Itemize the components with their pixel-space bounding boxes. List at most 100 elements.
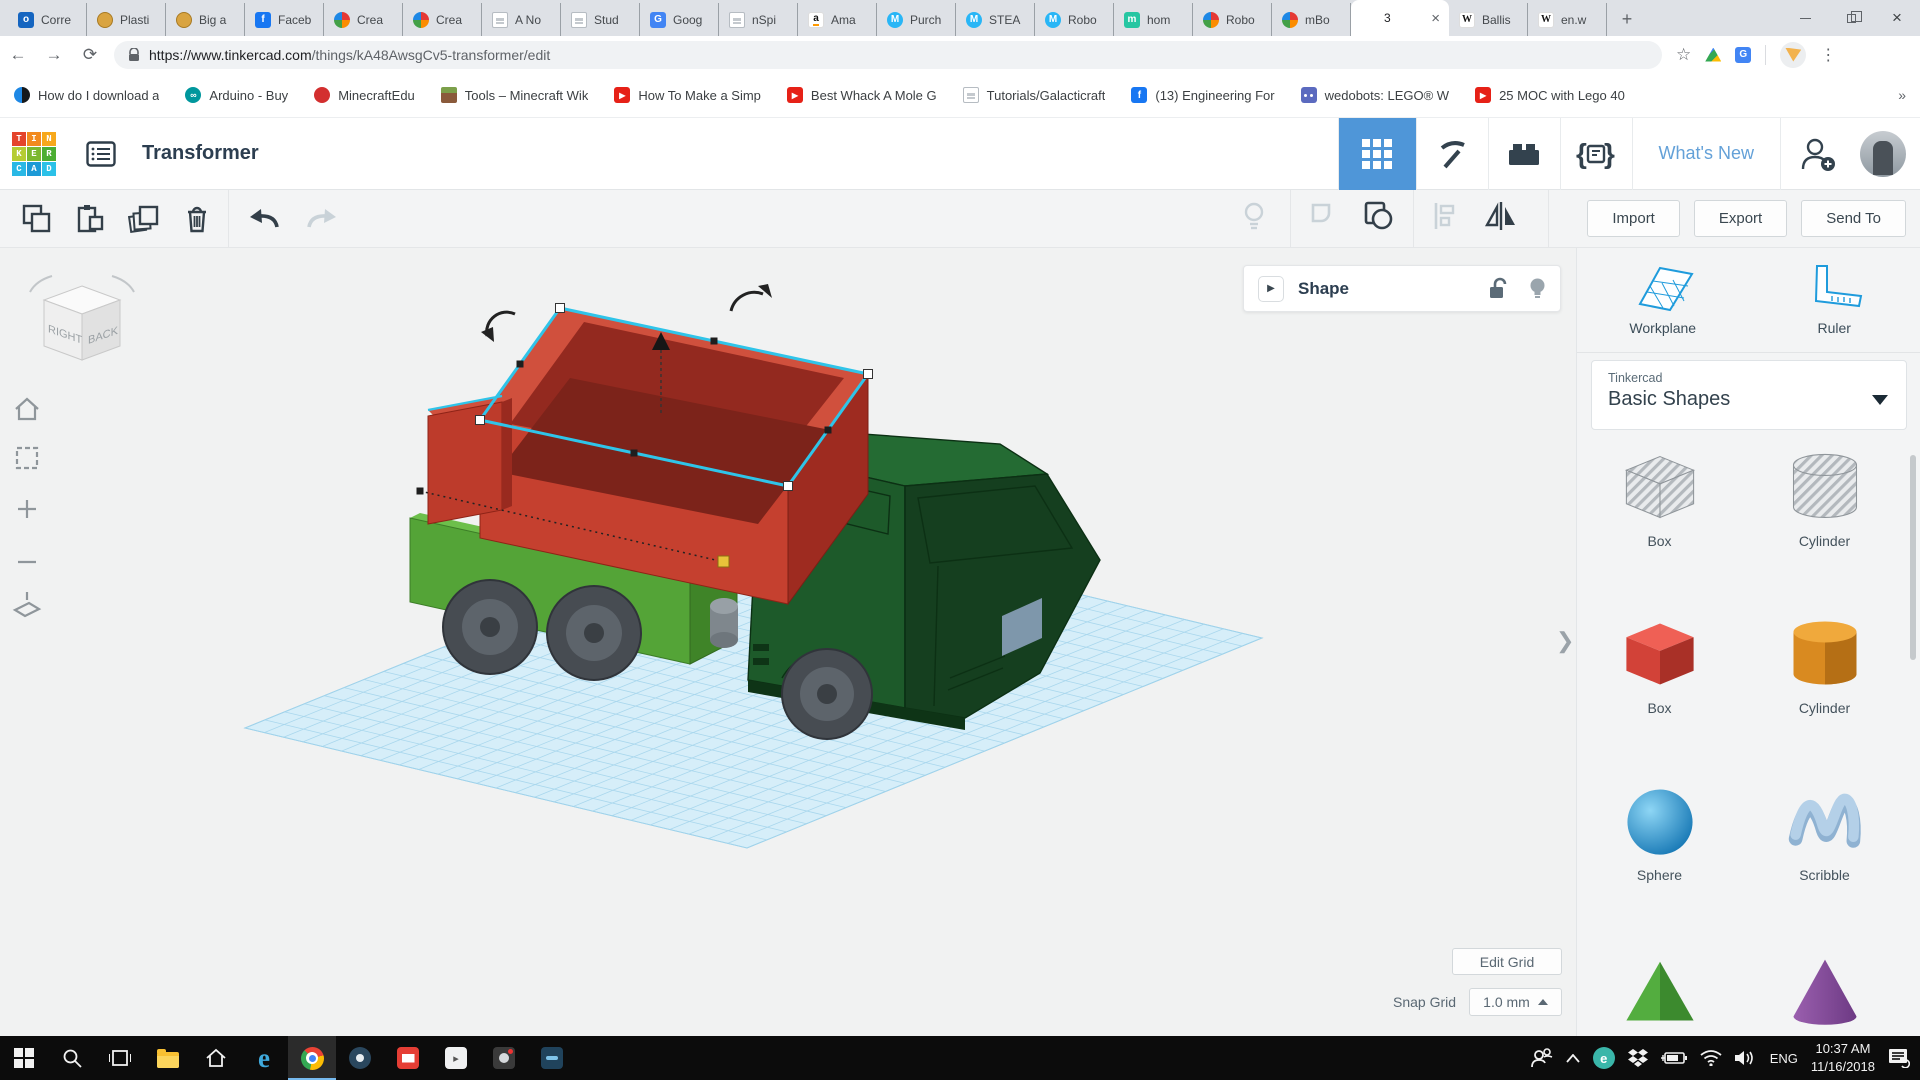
bookmark-item[interactable]: How do I download a — [14, 87, 159, 103]
hide-lightbulb-icon[interactable] — [1529, 277, 1546, 301]
browser-tab[interactable]: mBo — [1272, 3, 1351, 36]
shape-library-dropdown[interactable]: Tinkercad Basic Shapes — [1591, 360, 1907, 430]
mirror-button[interactable] — [1484, 201, 1518, 231]
import-button[interactable]: Import — [1587, 200, 1680, 237]
unlock-icon[interactable] — [1489, 277, 1509, 301]
bookmark-item[interactable]: Tools – Minecraft Wik — [441, 87, 589, 103]
shape-library-item-box-striped[interactable]: Box — [1577, 438, 1742, 605]
bookmark-item[interactable]: (13) Engineering For — [1131, 87, 1274, 103]
taskbar-app-white-icon[interactable] — [432, 1036, 480, 1080]
taskbar-app-dark-icon[interactable] — [480, 1036, 528, 1080]
browser-tab[interactable]: hom — [1114, 3, 1193, 36]
collapse-sidebar-chevron[interactable]: ❯ — [1556, 628, 1574, 654]
new-tab-button[interactable]: + — [1613, 5, 1641, 33]
forward-icon[interactable]: → — [36, 45, 72, 65]
ungroup-button[interactable] — [1363, 200, 1395, 232]
url-input[interactable]: https://www.tinkercad.com/things/kA48Aws… — [114, 41, 1662, 69]
close-tab-icon[interactable]: × — [1428, 10, 1443, 27]
collapse-inspector-button[interactable]: ▶ — [1258, 276, 1284, 302]
browser-tab[interactable]: Plasti — [87, 3, 166, 36]
codeblocks-button[interactable]: {} — [1560, 118, 1632, 190]
show-all-button[interactable] — [1242, 201, 1266, 231]
group-button[interactable] — [1309, 201, 1339, 231]
redo-button[interactable] — [305, 205, 339, 233]
show-hidden-icons-chevron[interactable] — [1566, 1054, 1580, 1063]
taskbar-task-view-icon[interactable] — [96, 1036, 144, 1080]
browser-tab[interactable]: Robo — [1193, 3, 1272, 36]
browser-tab[interactable]: Ballis — [1449, 3, 1528, 36]
dropbox-tray-icon[interactable] — [1628, 1049, 1648, 1067]
browser-tab[interactable]: Crea — [403, 3, 482, 36]
shape-library-item-cylinder-orange[interactable]: Cylinder — [1742, 605, 1907, 772]
fit-view-button[interactable] — [17, 448, 37, 468]
shape-library-item-scribble[interactable]: Scribble — [1742, 772, 1907, 939]
browser-tab[interactable]: Corre — [8, 3, 87, 36]
minimize-button[interactable] — [1782, 0, 1828, 36]
translate-extension-icon[interactable]: G — [1735, 47, 1751, 63]
undo-button[interactable] — [247, 205, 281, 233]
home-view-button[interactable] — [16, 399, 38, 419]
whats-new-link[interactable]: What's New — [1632, 118, 1780, 190]
delete-button[interactable] — [184, 204, 210, 234]
bookmark-item[interactable]: MinecraftEdu — [314, 87, 415, 103]
browser-tab[interactable]: Crea — [324, 3, 403, 36]
minecraft-export-button[interactable] — [1416, 118, 1488, 190]
shape-library-item-sphere-blue[interactable]: Sphere — [1577, 772, 1742, 939]
close-window-button[interactable]: × — [1874, 0, 1920, 36]
action-center-icon[interactable] — [1888, 1048, 1910, 1068]
truck-coupler-cylinder[interactable] — [710, 598, 738, 648]
user-avatar[interactable] — [1860, 131, 1906, 177]
shape-library-item-box-red[interactable]: Box — [1577, 605, 1742, 772]
design-menu-icon[interactable] — [86, 141, 116, 167]
snap-grid-select[interactable]: 1.0 mm — [1469, 988, 1562, 1016]
taskbar-home-app-icon[interactable] — [192, 1036, 240, 1080]
edit-grid-button[interactable]: Edit Grid — [1452, 948, 1562, 975]
shape-library-item-cone-purple[interactable] — [1742, 939, 1907, 1036]
bookmark-item[interactable]: Best Whack A Mole G — [787, 87, 937, 103]
browser-tab[interactable]: 3× — [1351, 0, 1449, 36]
taskbar-app-blue-icon[interactable] — [336, 1036, 384, 1080]
paste-button[interactable] — [76, 204, 104, 234]
taskbar-edge-icon[interactable]: e — [240, 1036, 288, 1080]
sidebar-scrollbar[interactable] — [1910, 455, 1916, 660]
send-to-button[interactable]: Send To — [1801, 200, 1906, 237]
browser-tab[interactable]: Stud — [561, 3, 640, 36]
back-icon[interactable]: ← — [0, 45, 36, 65]
ruler-tool[interactable]: Ruler — [1799, 262, 1869, 336]
bookmark-star-icon[interactable]: ☆ — [1676, 45, 1691, 65]
copy-button[interactable] — [22, 204, 52, 234]
browser-profile-avatar[interactable] — [1780, 42, 1806, 68]
taskbar-clock[interactable]: 10:37 AM 11/16/2018 — [1811, 1040, 1875, 1075]
taskbar-search-icon[interactable] — [48, 1036, 96, 1080]
browser-tab[interactable]: Purch — [877, 3, 956, 36]
bookmarks-overflow-chevron[interactable]: » — [1898, 87, 1906, 103]
blocks-view-button[interactable] — [1338, 118, 1416, 190]
export-button[interactable]: Export — [1694, 200, 1787, 237]
taskbar-mail-icon[interactable] — [384, 1036, 432, 1080]
browser-menu-icon[interactable]: ⋮ — [1820, 45, 1836, 65]
align-button[interactable] — [1432, 201, 1460, 231]
view-cube[interactable]: RIGHT BACK — [30, 276, 134, 360]
eset-tray-icon[interactable] — [1593, 1047, 1615, 1069]
browser-tab[interactable]: STEA — [956, 3, 1035, 36]
taskbar-app-blue2-icon[interactable] — [528, 1036, 576, 1080]
bookmark-item[interactable]: Arduino - Buy — [185, 87, 288, 103]
restore-button[interactable] — [1828, 0, 1874, 36]
browser-tab[interactable]: Goog — [640, 3, 719, 36]
truck-front-wheel[interactable] — [782, 649, 872, 739]
bookmark-item[interactable]: wedobots: LEGO® W — [1301, 87, 1449, 103]
browser-tab[interactable]: en.w — [1528, 3, 1607, 36]
taskbar-start-button[interactable] — [0, 1036, 48, 1080]
bookmark-item[interactable]: Tutorials/Galacticraft — [963, 87, 1106, 103]
reload-icon[interactable]: ⟳ — [72, 45, 108, 65]
battery-icon[interactable] — [1661, 1051, 1687, 1065]
volume-icon[interactable] — [1735, 1050, 1757, 1066]
workplane-handle-yellow[interactable] — [718, 556, 729, 567]
wifi-icon[interactable] — [1700, 1050, 1722, 1066]
browser-tab[interactable]: Faceb — [245, 3, 324, 36]
bookmark-item[interactable]: How To Make a Simp — [614, 87, 761, 103]
browser-tab[interactable]: Ama — [798, 3, 877, 36]
zoom-in-button[interactable] — [18, 500, 36, 518]
workplane-view-button[interactable] — [15, 592, 39, 616]
workplane-tool[interactable]: Workplane — [1628, 262, 1698, 336]
